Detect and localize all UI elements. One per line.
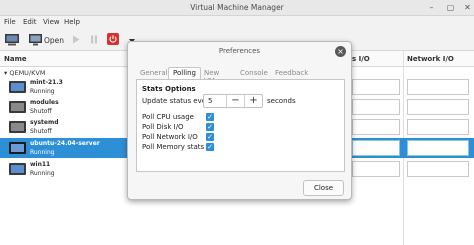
menu-help[interactable]: Help xyxy=(64,18,80,26)
minimize-icon[interactable]: – xyxy=(427,3,436,12)
update-interval-stepper[interactable]: 5 − + xyxy=(203,94,263,108)
stats-options-heading: Stats Options xyxy=(142,85,196,93)
column-name[interactable]: Name xyxy=(4,55,27,63)
tab-feedback[interactable]: Feedback xyxy=(275,67,308,79)
increment-button[interactable]: + xyxy=(244,95,262,107)
tab-console[interactable]: Console xyxy=(240,67,268,79)
disk-io-graph xyxy=(352,99,400,115)
vm-name: mint-21.3 xyxy=(30,79,63,86)
vm-running-icon xyxy=(9,81,26,93)
poll-memory-label: Poll Memory stats xyxy=(142,143,205,151)
menu-file[interactable]: File xyxy=(4,18,16,26)
disk-io-graph xyxy=(352,119,400,135)
decrement-button[interactable]: − xyxy=(226,95,244,107)
network-io-graph xyxy=(407,79,469,95)
network-io-graph xyxy=(407,161,469,177)
network-io-graph xyxy=(407,140,469,156)
new-vm-icon[interactable] xyxy=(4,33,20,48)
shutdown-icon[interactable] xyxy=(107,33,119,47)
poll-memory-checkbox[interactable]: ✓ xyxy=(206,143,214,151)
vm-status: Running xyxy=(30,149,55,156)
disk-io-graph xyxy=(352,161,400,177)
disk-io-graph xyxy=(352,79,400,95)
column-network-io[interactable]: Network I/O xyxy=(407,55,454,63)
disk-io-graph xyxy=(352,140,400,156)
update-interval-unit: seconds xyxy=(267,97,296,105)
open-button[interactable]: Open xyxy=(44,36,64,45)
title-bar: Virtual Machine Manager – ▢ ✕ xyxy=(0,0,474,16)
poll-network-label: Poll Network I/O xyxy=(142,133,198,141)
connection-qemu-kvm[interactable]: ▾ QEMU/KVM xyxy=(4,69,45,77)
vm-running-icon xyxy=(9,163,26,175)
network-io-graph xyxy=(407,99,469,115)
maximize-icon[interactable]: ▢ xyxy=(446,3,455,12)
menu-edit[interactable]: Edit xyxy=(23,18,37,26)
tab-general[interactable]: General xyxy=(140,67,168,79)
poll-cpu-checkbox[interactable]: ✓ xyxy=(206,113,214,121)
vm-status: Shutoff xyxy=(30,128,52,135)
vm-shutoff-icon xyxy=(9,101,26,113)
menu-view[interactable]: View xyxy=(43,18,60,26)
vm-status: Running xyxy=(30,170,55,177)
tab-new-vm[interactable]: New VM xyxy=(204,67,219,85)
tab-polling[interactable]: Polling xyxy=(168,67,201,79)
preferences-dialog: Preferences × General Polling New VM Con… xyxy=(127,41,352,200)
update-interval-value[interactable]: 5 xyxy=(208,97,212,105)
network-io-graph xyxy=(407,119,469,135)
dialog-title: Preferences xyxy=(218,47,261,55)
vm-name: ubuntu-24.04-server xyxy=(30,140,100,147)
poll-disk-checkbox[interactable]: ✓ xyxy=(206,123,214,131)
menu-bar: File Edit View Help xyxy=(0,16,474,29)
close-icon[interactable]: ✕ xyxy=(463,3,472,12)
poll-cpu-label: Poll CPU usage xyxy=(142,113,194,121)
vm-shutoff-icon xyxy=(9,121,26,133)
vm-status: Running xyxy=(30,88,55,95)
vm-name: modules xyxy=(30,99,59,106)
close-button[interactable]: Close xyxy=(303,180,344,196)
dialog-close-icon[interactable]: × xyxy=(335,46,346,57)
poll-disk-label: Poll Disk I/O xyxy=(142,123,184,131)
vm-name: systemd xyxy=(30,119,59,126)
vm-status: Shutoff xyxy=(30,108,52,115)
run-icon[interactable] xyxy=(72,35,80,46)
poll-network-checkbox[interactable]: ✓ xyxy=(206,133,214,141)
pause-icon[interactable] xyxy=(90,35,98,46)
connection-label: QEMU/KVM xyxy=(9,69,46,77)
vm-running-icon xyxy=(9,142,26,154)
polling-panel: Stats Options Update status every 5 − + … xyxy=(136,79,345,172)
vm-name: win11 xyxy=(30,161,51,168)
column-disk-io[interactable]: s I/O xyxy=(352,55,370,63)
window-title: Virtual Machine Manager xyxy=(190,3,284,12)
open-console-icon[interactable] xyxy=(28,33,43,48)
